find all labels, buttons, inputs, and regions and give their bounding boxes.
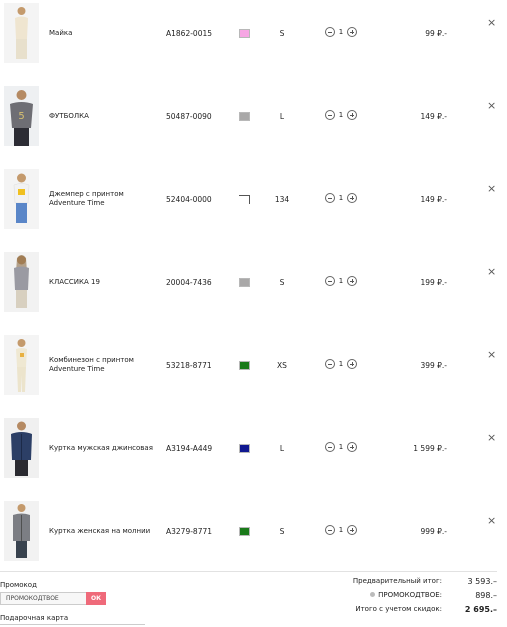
product-image[interactable]	[4, 501, 39, 561]
color-swatch	[239, 112, 250, 121]
product-price: 99 ₽.-	[425, 29, 447, 38]
product-size: L	[279, 112, 285, 121]
minus-icon[interactable]	[325, 525, 335, 535]
promo-input[interactable]	[0, 592, 86, 605]
quantity-stepper: 1	[325, 27, 357, 37]
quantity-stepper: 1	[325, 525, 357, 535]
color-swatch	[239, 444, 250, 453]
plus-icon[interactable]	[347, 359, 357, 369]
subtotal-label: Предварительный итог:	[352, 577, 442, 585]
minus-icon[interactable]	[325, 359, 335, 369]
product-price: 1 599 ₽.-	[413, 444, 447, 453]
product-size: S	[279, 527, 285, 536]
product-sku: 50487-0090	[166, 112, 212, 121]
promo-discount-code: ПРОМОКОДТВОЕ:	[378, 591, 442, 599]
total-label: Итого с учетом скидок:	[355, 605, 442, 613]
plus-icon[interactable]	[347, 193, 357, 203]
cart-item: Куртка женская на молнии A3279-8771 S 1 …	[0, 498, 507, 581]
product-image[interactable]	[4, 3, 39, 63]
subtotal-value: 3 593.–	[467, 577, 497, 586]
quantity-stepper: 1	[325, 276, 357, 286]
color-swatch	[239, 527, 250, 536]
quantity-value: 1	[338, 28, 344, 36]
product-name[interactable]: Джемпер с принтом Adventure Time	[49, 166, 154, 232]
quantity-value: 1	[338, 194, 344, 202]
cart-item: Куртка мужская джинсовая A3194-A449 L 1 …	[0, 415, 507, 498]
quantity-value: 1	[338, 277, 344, 285]
quantity-value: 1	[338, 443, 344, 451]
color-swatch	[239, 195, 250, 204]
close-icon[interactable]: ×	[487, 17, 496, 28]
quantity-stepper: 1	[325, 359, 357, 369]
product-image[interactable]	[4, 335, 39, 395]
product-image[interactable]	[4, 169, 39, 229]
minus-icon[interactable]	[325, 27, 335, 37]
minus-icon[interactable]	[325, 276, 335, 286]
plus-icon[interactable]	[347, 110, 357, 120]
product-name[interactable]: Майка	[49, 0, 154, 66]
remove-promo-icon[interactable]	[370, 592, 376, 597]
product-name[interactable]: Куртка мужская джинсовая	[49, 415, 154, 481]
close-icon[interactable]: ×	[487, 515, 496, 526]
plus-icon[interactable]	[347, 525, 357, 535]
summary-divider	[0, 571, 497, 572]
quantity-stepper: 1	[325, 110, 357, 120]
product-sku: A3194-A449	[166, 444, 213, 453]
product-name[interactable]: Куртка женская на молнии	[49, 498, 154, 564]
close-icon[interactable]: ×	[487, 349, 496, 360]
product-price: 199 ₽.-	[420, 278, 447, 287]
product-image[interactable]	[4, 418, 39, 478]
product-price: 149 ₽.-	[420, 195, 447, 204]
cart-item: Джемпер с принтом Adventure Time 52404-0…	[0, 166, 507, 249]
product-size: L	[279, 444, 285, 453]
plus-icon[interactable]	[347, 27, 357, 37]
minus-icon[interactable]	[325, 442, 335, 452]
product-price: 399 ₽.-	[420, 361, 447, 370]
quantity-stepper: 1	[325, 193, 357, 203]
promo-discount-value: 898.–	[475, 591, 497, 600]
close-icon[interactable]: ×	[487, 432, 496, 443]
product-sku: 20004-7436	[166, 278, 212, 287]
total-value: 2 695.–	[464, 605, 497, 614]
cart-item: Майка A1862-0015 S 1 99 ₽.- ×	[0, 0, 507, 83]
gift-card-label: Подарочная карта	[0, 614, 69, 622]
close-icon[interactable]: ×	[487, 183, 496, 194]
close-icon[interactable]: ×	[487, 100, 496, 111]
product-image[interactable]	[4, 252, 39, 312]
promo-discount-label: ПРОМОКОДТВОЕ:	[370, 591, 442, 599]
minus-icon[interactable]	[325, 193, 335, 203]
product-price: 149 ₽.-	[420, 112, 447, 121]
minus-icon[interactable]	[325, 110, 335, 120]
product-name[interactable]: КЛАССИКА 19	[49, 249, 154, 315]
product-sku: 53218-8771	[166, 361, 212, 370]
product-size: S	[279, 278, 285, 287]
cart-item: КЛАССИКА 19 20004-7436 S 1 199 ₽.- ×	[0, 249, 507, 332]
cart-item: Комбинезон с принтом Adventure Time 5321…	[0, 332, 507, 415]
color-swatch	[239, 278, 250, 287]
plus-icon[interactable]	[347, 442, 357, 452]
product-sku: A3279-8771	[166, 527, 213, 536]
product-name[interactable]: Комбинезон с принтом Adventure Time	[49, 332, 154, 398]
plus-icon[interactable]	[347, 276, 357, 286]
color-swatch	[239, 29, 250, 38]
product-sku: 52404-0000	[166, 195, 212, 204]
quantity-value: 1	[338, 111, 344, 119]
promo-apply-button[interactable]: ОК	[86, 592, 106, 605]
color-swatch	[239, 361, 250, 370]
product-size: 134	[274, 195, 290, 204]
quantity-stepper: 1	[325, 442, 357, 452]
product-size: XS	[277, 361, 287, 370]
product-image[interactable]: 5	[4, 86, 39, 146]
close-icon[interactable]: ×	[487, 266, 496, 277]
quantity-value: 1	[338, 526, 344, 534]
cart-item: 5 ФУТБОЛКА 50487-0090 L 1 149 ₽.- ×	[0, 83, 507, 166]
product-sku: A1862-0015	[166, 29, 213, 38]
product-name[interactable]: ФУТБОЛКА	[49, 83, 154, 149]
product-size: S	[279, 29, 285, 38]
svg-text:5: 5	[18, 111, 24, 122]
promo-label: Промокод	[0, 581, 37, 589]
quantity-value: 1	[338, 360, 344, 368]
product-price: 999 ₽.-	[420, 527, 447, 536]
